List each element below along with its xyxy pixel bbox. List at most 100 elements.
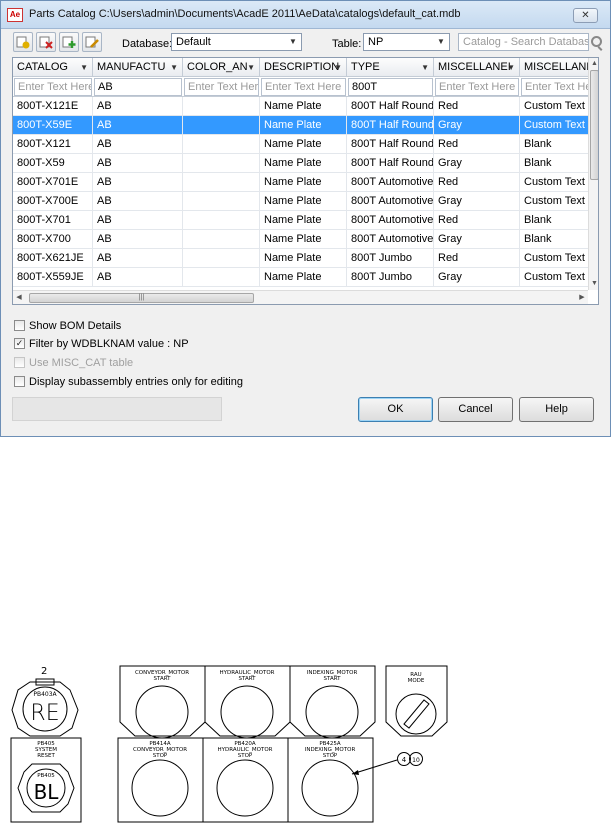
filter-dropdown-icon[interactable]: ▼: [334, 58, 342, 77]
table-cell[interactable]: Red: [434, 97, 520, 116]
table-cell[interactable]: Custom Text: [520, 116, 588, 135]
column-filter-input[interactable]: Enter Text Here: [14, 78, 92, 96]
table-cell[interactable]: [183, 192, 260, 211]
table-cell[interactable]: Gray: [434, 192, 520, 211]
table-row[interactable]: 800T-X701 AB Name Plate 800T Automotive Red B…: [13, 211, 588, 230]
table-cell[interactable]: [183, 116, 260, 135]
table-row[interactable]: 800T-X700E AB Name Plate 800T Automotive Gra…: [13, 192, 588, 211]
table-cell[interactable]: AB: [93, 192, 183, 211]
table-row[interactable]: 800T-X121 AB Name Plate 800T Half Round Red B…: [13, 135, 588, 154]
table-cell[interactable]: Name Plate: [260, 116, 347, 135]
horizontal-scrollbar[interactable]: ◀ ||| ▶: [13, 290, 588, 304]
table-row[interactable]: 800T-X59E AB Name Plate 800T Half Round Gray…: [13, 116, 588, 135]
vertical-scrollbar[interactable]: ▲ ▼: [588, 58, 598, 290]
table-cell[interactable]: Red: [434, 173, 520, 192]
table-row[interactable]: 800T-X701E AB Name Plate 800T Automotive Red…: [13, 173, 588, 192]
table-cell[interactable]: AB: [93, 116, 183, 135]
table-cell[interactable]: Name Plate: [260, 249, 347, 268]
horizontal-scroll-thumb[interactable]: |||: [29, 293, 254, 303]
column-filter-input[interactable]: Enter Text Here: [521, 78, 588, 96]
column-filter-input[interactable]: AB: [94, 78, 182, 96]
table-cell[interactable]: Red: [434, 135, 520, 154]
table-cell[interactable]: 800T Half Round: [347, 135, 434, 154]
table-cell[interactable]: Custom Text: [520, 97, 588, 116]
table-cell[interactable]: 800T-X121: [13, 135, 93, 154]
table-cell[interactable]: Name Plate: [260, 230, 347, 249]
table-cell[interactable]: Blank: [520, 230, 588, 249]
checkbox-box[interactable]: ✓: [14, 338, 25, 349]
table-cell[interactable]: Name Plate: [260, 211, 347, 230]
table-row[interactable]: 800T-X559JE AB Name Plate 800T Jumbo Gray Cus…: [13, 268, 588, 287]
column-header[interactable]: MISCELLANE▼: [520, 58, 588, 77]
table-cell[interactable]: AB: [93, 268, 183, 287]
table-cell[interactable]: Name Plate: [260, 135, 347, 154]
filter-dropdown-icon[interactable]: ▼: [507, 58, 515, 77]
column-header[interactable]: MISCELLANEI ▼: [434, 58, 520, 77]
table-cell[interactable]: 800T-X701: [13, 211, 93, 230]
cancel-button[interactable]: Cancel: [438, 397, 513, 422]
table-cell[interactable]: 800T Half Round: [347, 97, 434, 116]
table-cell[interactable]: Name Plate: [260, 192, 347, 211]
table-cell[interactable]: Gray: [434, 154, 520, 173]
table-row[interactable]: 800T-X59 AB Name Plate 800T Half Round Gray B…: [13, 154, 588, 173]
column-filter-input[interactable]: 800T: [348, 78, 433, 96]
table-row[interactable]: 800T-X621JE AB Name Plate 800T Jumbo Red Cust…: [13, 249, 588, 268]
filter-dropdown-icon[interactable]: ▼: [247, 58, 255, 77]
catalog-copy-button[interactable]: [59, 32, 79, 52]
filter-dropdown-icon[interactable]: ▼: [80, 58, 88, 77]
table-select[interactable]: NP ▼: [363, 33, 450, 51]
filter-dropdown-icon[interactable]: ▼: [421, 58, 429, 77]
table-cell[interactable]: 800T-X59E: [13, 116, 93, 135]
table-cell[interactable]: 800T Half Round: [347, 116, 434, 135]
column-header[interactable]: TYPE ▼: [347, 58, 434, 77]
table-cell[interactable]: 800T-X621JE: [13, 249, 93, 268]
table-cell[interactable]: 800T Automotive: [347, 230, 434, 249]
table-cell[interactable]: [183, 173, 260, 192]
table-cell[interactable]: Gray: [434, 268, 520, 287]
column-filter-input[interactable]: Enter Text Here: [435, 78, 519, 96]
table-cell[interactable]: Custom Text: [520, 249, 588, 268]
table-cell[interactable]: AB: [93, 173, 183, 192]
column-filter-input[interactable]: Enter Text Here: [261, 78, 346, 96]
table-cell[interactable]: Custom Text: [520, 173, 588, 192]
table-cell[interactable]: Name Plate: [260, 268, 347, 287]
database-select[interactable]: Default ▼: [171, 33, 302, 51]
table-cell[interactable]: Blank: [520, 135, 588, 154]
table-cell[interactable]: 800T Automotive: [347, 173, 434, 192]
table-cell[interactable]: 800T-X700E: [13, 192, 93, 211]
table-cell[interactable]: Blank: [520, 211, 588, 230]
table-cell[interactable]: 800T-X701E: [13, 173, 93, 192]
table-cell[interactable]: AB: [93, 249, 183, 268]
table-cell[interactable]: Name Plate: [260, 154, 347, 173]
table-cell[interactable]: AB: [93, 230, 183, 249]
catalog-add-button[interactable]: [13, 32, 33, 52]
table-row[interactable]: 800T-X700 AB Name Plate 800T Automotive Gray…: [13, 230, 588, 249]
column-header[interactable]: COLOR_AN ▼: [183, 58, 260, 77]
table-cell[interactable]: Blank: [520, 154, 588, 173]
scroll-left-icon[interactable]: ◀: [13, 291, 25, 304]
ok-button[interactable]: OK: [358, 397, 433, 422]
table-cell[interactable]: 800T Automotive: [347, 192, 434, 211]
help-button[interactable]: Help: [519, 397, 594, 422]
table-cell[interactable]: AB: [93, 211, 183, 230]
table-cell[interactable]: [183, 230, 260, 249]
table-cell[interactable]: 800T-X59: [13, 154, 93, 173]
table-cell[interactable]: Red: [434, 249, 520, 268]
column-header[interactable]: MANUFACTU ▼: [93, 58, 183, 77]
table-cell[interactable]: [183, 154, 260, 173]
search-icon[interactable]: [591, 36, 602, 47]
table-cell[interactable]: [183, 211, 260, 230]
close-button[interactable]: ✕: [573, 8, 598, 23]
table-cell[interactable]: Custom Text: [520, 268, 588, 287]
column-header[interactable]: DESCRIPTION ▼: [260, 58, 347, 77]
table-cell[interactable]: Name Plate: [260, 173, 347, 192]
table-cell[interactable]: Gray: [434, 230, 520, 249]
catalog-edit-button[interactable]: [82, 32, 102, 52]
catalog-delete-button[interactable]: [36, 32, 56, 52]
table-cell[interactable]: Red: [434, 211, 520, 230]
table-cell[interactable]: [183, 249, 260, 268]
table-cell[interactable]: Name Plate: [260, 97, 347, 116]
scroll-right-icon[interactable]: ▶: [576, 291, 588, 304]
table-cell[interactable]: AB: [93, 135, 183, 154]
table-cell[interactable]: AB: [93, 154, 183, 173]
